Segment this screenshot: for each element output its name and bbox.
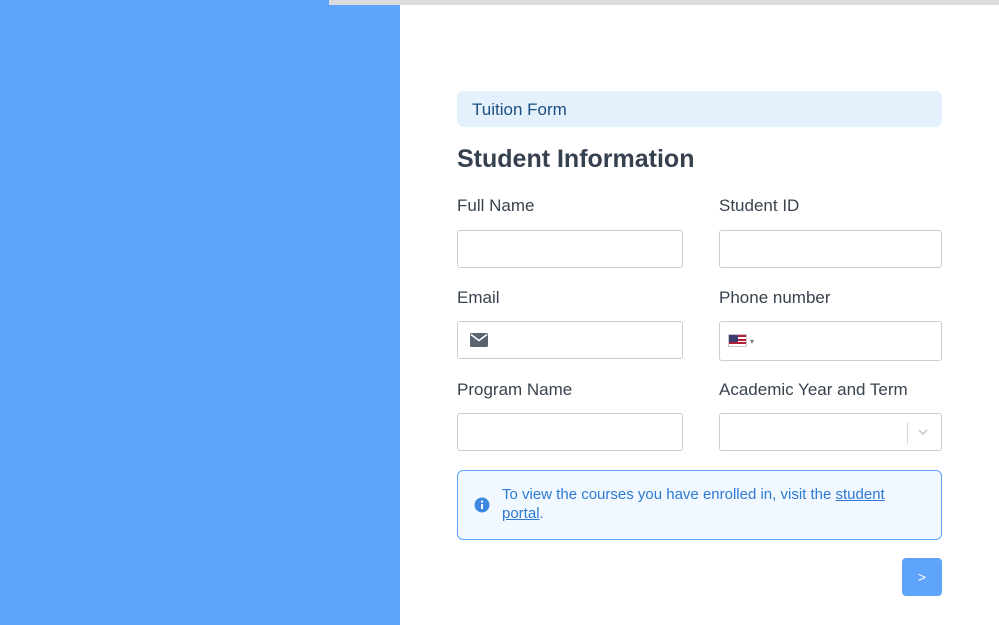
full-name-label: Full Name bbox=[457, 196, 535, 215]
program-name-label: Program Name bbox=[457, 380, 573, 399]
info-text: To view the courses you have enrolled in… bbox=[502, 485, 902, 523]
form-header-title: Tuition Form bbox=[472, 100, 567, 119]
academic-term-select[interactable] bbox=[719, 413, 942, 451]
form-header-band: Tuition Form bbox=[457, 91, 942, 127]
info-circle-icon bbox=[474, 497, 490, 513]
select-separator bbox=[907, 422, 908, 444]
full-name-input[interactable] bbox=[457, 230, 683, 268]
academic-term-label: Academic Year and Term bbox=[719, 380, 908, 399]
student-id-input[interactable] bbox=[719, 230, 942, 268]
phone-field[interactable]: ▾ bbox=[719, 321, 942, 361]
student-id-label: Student ID bbox=[719, 196, 800, 215]
next-button[interactable]: > bbox=[902, 558, 942, 596]
page: Tuition Form Student Information Full Na… bbox=[0, 0, 999, 625]
chevron-down-icon: ▾ bbox=[750, 337, 755, 346]
envelope-icon bbox=[470, 333, 488, 347]
top-progress-bar bbox=[329, 0, 999, 5]
us-flag-icon bbox=[728, 334, 747, 347]
chevron-down-icon[interactable] bbox=[917, 426, 929, 438]
phone-label: Phone number bbox=[719, 288, 831, 307]
info-text-before: To view the courses you have enrolled in… bbox=[502, 486, 836, 503]
section-title: Student Information bbox=[457, 145, 695, 173]
email-field[interactable] bbox=[457, 321, 683, 359]
left-panel bbox=[0, 0, 400, 625]
country-selector[interactable]: ▾ bbox=[728, 334, 758, 350]
email-label: Email bbox=[457, 288, 500, 307]
info-alert: To view the courses you have enrolled in… bbox=[457, 470, 942, 540]
info-text-after: . bbox=[539, 505, 544, 522]
program-name-input[interactable] bbox=[457, 413, 683, 451]
